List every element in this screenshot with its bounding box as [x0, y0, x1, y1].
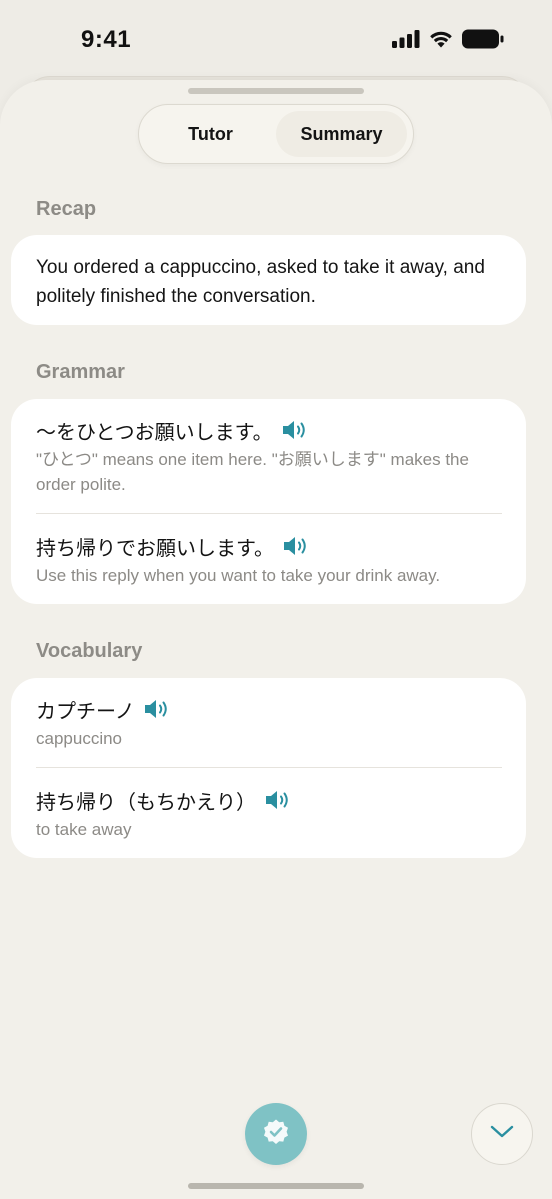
divider	[36, 513, 502, 514]
speaker-icon[interactable]	[282, 535, 309, 557]
screen: 9:41 Tutor Summary Recap You ordered a c…	[0, 0, 552, 1199]
complete-button[interactable]	[245, 1103, 307, 1165]
divider	[36, 767, 502, 768]
vocabulary-meaning: cappuccino	[36, 729, 123, 748]
wifi-icon	[428, 29, 454, 49]
recap-card: You ordered a cappuccino, asked to take …	[11, 235, 526, 325]
vocabulary-card: カプチーノ cappuccino 持ち帰り（もちかえり） to take awa…	[11, 678, 526, 858]
tab-summary[interactable]: Summary	[276, 111, 407, 157]
grammar-explanation: Use this reply when you want to take you…	[36, 566, 441, 585]
vocabulary-meaning: to take away	[36, 820, 132, 839]
grammar-item: 〜をひとつお願いします。 "ひとつ" means one item here. …	[36, 415, 502, 497]
speaker-icon[interactable]	[281, 419, 308, 441]
speaker-icon[interactable]	[264, 789, 291, 811]
battery-icon	[462, 29, 504, 49]
grammar-phrase: 〜をひとつお願いします。	[36, 419, 273, 444]
grammar-phrase: 持ち帰りでお願いします。	[36, 535, 274, 560]
status-time: 9:41	[81, 26, 132, 53]
vocabulary-word: カプチーノ	[36, 698, 135, 723]
grammar-heading: Grammar	[36, 361, 125, 383]
chevron-down-icon	[490, 1125, 514, 1144]
grammar-item: 持ち帰りでお願いします。 Use this reply when you wan…	[36, 531, 502, 588]
speaker-icon[interactable]	[143, 698, 170, 720]
recap-text: You ordered a cappuccino, asked to take …	[36, 257, 485, 307]
verified-check-badge-icon	[262, 1118, 290, 1151]
vocabulary-word: 持ち帰り（もちかえり）	[36, 789, 256, 814]
tutor-summary-segmented-control: Tutor Summary	[138, 104, 414, 164]
cellular-signal-icon	[392, 30, 420, 48]
tab-tutor[interactable]: Tutor	[145, 111, 276, 157]
sheet-grabber[interactable]	[188, 88, 364, 94]
grammar-explanation: "ひとつ" means one item here. "お願いします" make…	[36, 450, 469, 494]
recap-heading: Recap	[36, 198, 97, 220]
status-icons	[392, 29, 504, 49]
collapse-button[interactable]	[471, 1103, 533, 1165]
vocabulary-item: カプチーノ cappuccino	[36, 694, 502, 751]
grammar-card: 〜をひとつお願いします。 "ひとつ" means one item here. …	[11, 399, 526, 604]
vocabulary-item: 持ち帰り（もちかえり） to take away	[36, 785, 502, 842]
home-indicator	[188, 1183, 364, 1189]
vocabulary-heading: Vocabulary	[36, 640, 143, 662]
